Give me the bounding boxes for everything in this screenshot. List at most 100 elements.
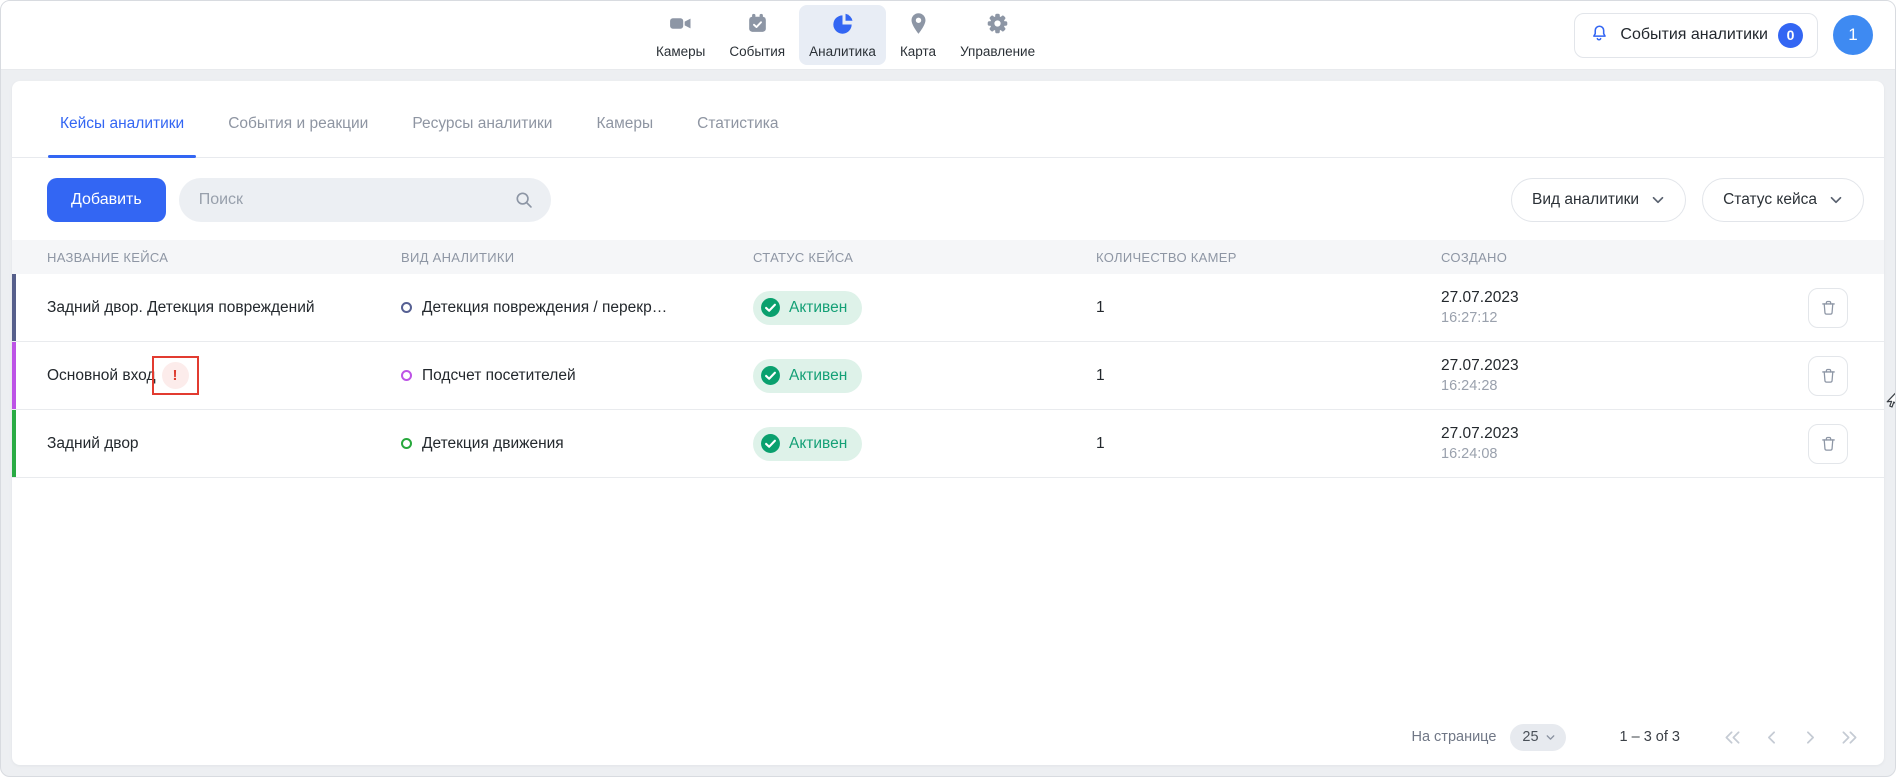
chevron-right-icon <box>1800 727 1821 748</box>
last-page-button[interactable] <box>1839 727 1860 748</box>
per-page-value: 25 <box>1522 729 1538 745</box>
events-count-badge: 0 <box>1778 23 1803 48</box>
nav-label: Камеры <box>656 44 705 59</box>
status-label: Активен <box>789 299 847 317</box>
filter-group: Вид аналитики Статус кейса <box>1511 178 1864 222</box>
created-time: 16:24:08 <box>1441 446 1804 462</box>
analytics-type-dot-icon <box>401 302 412 313</box>
analytics-type-filter[interactable]: Вид аналитики <box>1511 178 1686 222</box>
nav-label: События <box>729 44 785 59</box>
delete-case-button[interactable] <box>1808 356 1848 396</box>
col-header-case-status: СТАТУС КЕЙСА <box>753 250 1096 265</box>
calendar-check-icon <box>745 11 770 41</box>
check-circle-icon <box>760 297 781 318</box>
case-name: Задний двор. Детекция повреждений <box>47 299 315 317</box>
created-time: 16:27:12 <box>1441 310 1804 326</box>
analytics-type-dot-icon <box>401 438 412 449</box>
chevron-down-icon <box>1544 731 1557 744</box>
tab-analytics-resources[interactable]: Ресурсы аналитики <box>410 91 554 157</box>
check-circle-icon <box>760 433 781 454</box>
delete-case-button[interactable] <box>1808 424 1848 464</box>
camera-count: 1 <box>1096 435 1441 453</box>
warning-highlight-box: ! <box>152 356 199 395</box>
nav-label: Карта <box>900 44 936 59</box>
trash-icon <box>1819 298 1838 317</box>
chevrons-left-icon <box>1722 727 1743 748</box>
check-circle-icon <box>760 365 781 386</box>
search-box <box>179 178 551 222</box>
pie-chart-icon <box>830 11 855 41</box>
status-badge: Активен <box>753 359 862 393</box>
table-row[interactable]: Задний двор Детекция движения Активен 1 … <box>12 410 1884 478</box>
add-button[interactable]: Добавить <box>47 178 166 222</box>
case-name: Задний двор <box>47 435 139 453</box>
camera-count: 1 <box>1096 299 1441 317</box>
table-header-row: НАЗВАНИЕ КЕЙСА ВИД АНАЛИТИКИ СТАТУС КЕЙС… <box>12 240 1884 274</box>
section-tabs: Кейсы аналитики События и реакции Ресурс… <box>12 81 1884 158</box>
filter-label: Вид аналитики <box>1532 191 1639 209</box>
status-badge: Активен <box>753 291 862 325</box>
analytics-type: Детекция повреждения / перекр… <box>422 299 667 317</box>
nav-item-cameras[interactable]: Камеры <box>646 5 715 65</box>
per-page-label: На странице <box>1411 729 1496 745</box>
case-name: Основной вход <box>47 367 156 385</box>
first-page-button[interactable] <box>1722 727 1743 748</box>
search-icon[interactable] <box>513 189 535 211</box>
chevron-left-icon <box>1761 727 1782 748</box>
page-range-label: 1 – 3 of 3 <box>1620 729 1680 745</box>
tab-cameras[interactable]: Камеры <box>594 91 655 157</box>
delete-case-button[interactable] <box>1808 288 1848 328</box>
tab-events-reactions[interactable]: События и реакции <box>226 91 370 157</box>
video-camera-icon <box>668 11 693 41</box>
case-status-filter[interactable]: Статус кейса <box>1702 178 1864 222</box>
map-pin-icon <box>906 11 931 41</box>
col-header-case-name: НАЗВАНИЕ КЕЙСА <box>12 250 401 265</box>
chevron-down-icon <box>1649 191 1667 209</box>
created-date: 27.07.2023 <box>1441 425 1804 443</box>
chevrons-right-icon <box>1839 727 1860 748</box>
created-cell: 27.07.2023 16:24:28 <box>1441 357 1804 394</box>
nav-item-management[interactable]: Управление <box>950 5 1045 65</box>
analytics-events-button[interactable]: События аналитики 0 <box>1574 13 1818 58</box>
col-header-created: СОЗДАНО <box>1441 250 1804 265</box>
per-page-select[interactable]: 25 <box>1510 724 1565 751</box>
tab-analytics-cases[interactable]: Кейсы аналитики <box>58 91 186 157</box>
filter-label: Статус кейса <box>1723 191 1817 209</box>
status-badge: Активен <box>753 427 862 461</box>
main-nav: Камеры События Аналитика Карта <box>646 1 1045 69</box>
warning-icon: ! <box>162 362 189 389</box>
next-page-button[interactable] <box>1800 727 1821 748</box>
tab-statistics[interactable]: Статистика <box>695 91 780 157</box>
created-cell: 27.07.2023 16:27:12 <box>1441 289 1804 326</box>
search-input[interactable] <box>179 178 551 222</box>
trash-icon <box>1819 366 1838 385</box>
status-label: Активен <box>789 435 847 453</box>
col-header-analytics-type: ВИД АНАЛИТИКИ <box>401 250 753 265</box>
gear-icon <box>985 11 1010 41</box>
content-card: Кейсы аналитики События и реакции Ресурс… <box>12 81 1884 765</box>
nav-label: Аналитика <box>809 44 876 59</box>
app-window: Камеры События Аналитика Карта <box>0 0 1896 777</box>
created-date: 27.07.2023 <box>1441 357 1804 375</box>
nav-item-events[interactable]: События <box>719 5 795 65</box>
cases-table: НАЗВАНИЕ КЕЙСА ВИД АНАЛИТИКИ СТАТУС КЕЙС… <box>12 240 1884 478</box>
pager-controls <box>1722 727 1860 748</box>
bell-icon <box>1588 22 1610 49</box>
nav-item-analytics[interactable]: Аналитика <box>799 5 886 65</box>
top-navigation-bar: Камеры События Аналитика Карта <box>1 1 1895 70</box>
camera-count: 1 <box>1096 367 1441 385</box>
nav-item-map[interactable]: Карта <box>890 5 946 65</box>
chevron-down-icon <box>1827 191 1845 209</box>
table-row[interactable]: Задний двор. Детекция повреждений Детекц… <box>12 274 1884 342</box>
col-header-camera-count: КОЛИЧЕСТВО КАМЕР <box>1096 250 1441 265</box>
toolbar: Добавить Вид аналитики Статус кейса <box>47 178 1864 222</box>
user-avatar[interactable]: 1 <box>1833 15 1873 55</box>
created-cell: 27.07.2023 16:24:08 <box>1441 425 1804 462</box>
table-row[interactable]: Основной вход ! Подсчет посетителей Акти… <box>12 342 1884 410</box>
status-label: Активен <box>789 367 847 385</box>
trash-icon <box>1819 434 1838 453</box>
analytics-type-dot-icon <box>401 370 412 381</box>
prev-page-button[interactable] <box>1761 727 1782 748</box>
created-time: 16:24:28 <box>1441 378 1804 394</box>
topbar-right-group: События аналитики 0 1 <box>1574 1 1873 69</box>
